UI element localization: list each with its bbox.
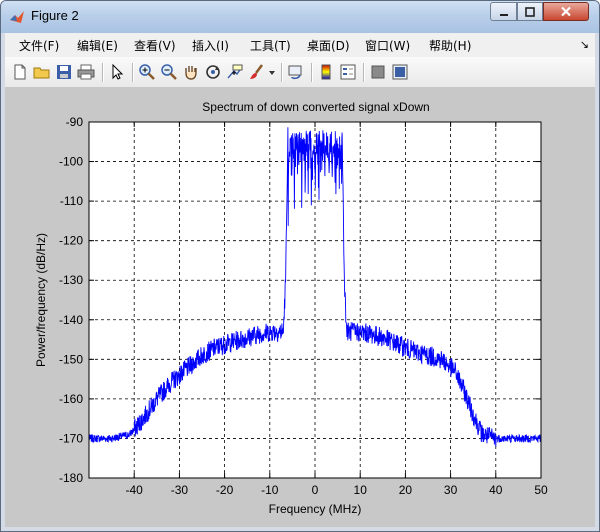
menu-file[interactable]: 文件(F) <box>19 37 59 54</box>
colorbar-icon[interactable] <box>317 63 335 81</box>
x-axis-label: Frequency (MHz) <box>269 502 362 516</box>
toolbar-separator <box>311 63 313 82</box>
pointer-icon[interactable] <box>108 63 126 81</box>
x-tick-label: 0 <box>312 483 319 497</box>
menu-help[interactable]: 帮助(H) <box>429 37 471 54</box>
zoom-in-icon[interactable] <box>138 63 156 81</box>
x-tick-label: -40 <box>126 483 144 497</box>
zoom-out-icon[interactable] <box>160 63 178 81</box>
pan-hand-icon[interactable] <box>182 63 200 81</box>
y-tick-label: -120 <box>59 234 83 248</box>
spectrum-chart[interactable]: Spectrum of down converted signal xDown … <box>5 87 595 527</box>
menu-tools[interactable]: 工具(T) <box>250 37 291 54</box>
window-title: Figure 2 <box>31 8 79 23</box>
print-icon[interactable] <box>77 63 95 81</box>
x-tick-label: 10 <box>354 483 368 497</box>
y-tick-label: -140 <box>59 313 83 327</box>
new-figure-icon[interactable] <box>11 63 29 81</box>
toolbar-separator <box>132 63 134 82</box>
y-tick-label: -90 <box>66 115 84 129</box>
y-tick-label: -150 <box>59 352 83 366</box>
menu-view[interactable]: 查看(V) <box>134 37 176 54</box>
toolbar-separator <box>281 63 283 82</box>
y-axis-label: Power/frequency (dB/Hz) <box>34 233 48 367</box>
menu-desktop[interactable]: 桌面(D) <box>307 37 350 54</box>
menu-edit[interactable]: 编辑(E) <box>77 37 118 54</box>
legend-icon[interactable] <box>339 63 357 81</box>
chart-title: Spectrum of down converted signal xDown <box>202 100 429 114</box>
menu-overflow-icon[interactable]: ↘ <box>580 38 589 51</box>
open-file-icon[interactable] <box>33 63 51 81</box>
close-button[interactable] <box>543 2 589 21</box>
close-icon <box>561 6 571 17</box>
rotate-3d-icon[interactable] <box>204 63 222 81</box>
minimize-icon <box>499 13 508 16</box>
menu-insert[interactable]: 插入(I) <box>192 37 229 54</box>
x-tick-label: -10 <box>261 483 279 497</box>
maximize-icon <box>525 6 535 17</box>
x-tick-label: 30 <box>444 483 458 497</box>
link-plot-icon[interactable] <box>287 63 305 81</box>
save-icon[interactable] <box>55 63 73 81</box>
matlab-logo-icon <box>10 11 24 23</box>
y-tick-label: -100 <box>59 155 83 169</box>
x-tick-label: 20 <box>399 483 413 497</box>
menu-window[interactable]: 窗口(W) <box>365 37 410 54</box>
y-tick-label: -180 <box>59 471 83 485</box>
maximize-button[interactable] <box>517 2 543 21</box>
figure-canvas: Spectrum of down converted signal xDown … <box>5 87 595 527</box>
brush-icon[interactable] <box>248 63 266 81</box>
toolbar-separator <box>102 63 104 82</box>
x-tick-label: 50 <box>534 483 548 497</box>
toolbar-separator <box>363 63 365 82</box>
menu-bar: 文件(F) 编辑(E) 查看(V) 插入(I) 工具(T) 桌面(D) 窗口(W… <box>5 33 595 57</box>
x-tick-label: -20 <box>216 483 234 497</box>
hide-plot-tools-icon[interactable] <box>369 63 387 81</box>
show-plot-tools-icon[interactable] <box>391 63 409 81</box>
data-cursor-icon[interactable] <box>226 63 244 81</box>
y-tick-label: -160 <box>59 392 83 406</box>
brush-dropdown-icon[interactable] <box>267 63 277 81</box>
y-tick-label: -110 <box>60 194 83 208</box>
x-tick-label: -30 <box>171 483 189 497</box>
minimize-button[interactable] <box>490 2 517 21</box>
x-tick-label: 40 <box>489 483 503 497</box>
figure-window: Figure 2 文件(F) 编辑(E) 查看(V) 插入(I) 工具(T) 桌… <box>0 0 600 532</box>
title-bar[interactable]: Figure 2 <box>1 1 599 33</box>
y-tick-label: -130 <box>59 273 83 287</box>
y-tick-label: -170 <box>59 431 83 445</box>
figure-toolbar <box>5 57 595 88</box>
